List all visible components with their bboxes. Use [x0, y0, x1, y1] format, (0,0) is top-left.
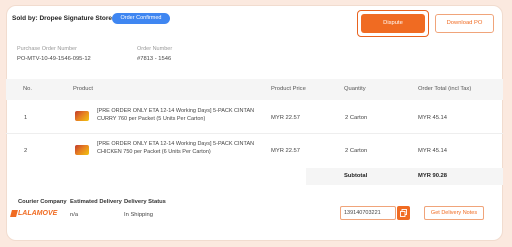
courier-label: Courier Company [18, 199, 67, 205]
get-delivery-notes-button[interactable]: Get Delivery Notes [424, 206, 484, 220]
copy-tracking-button[interactable] [397, 206, 410, 220]
col-quantity: Quantity [344, 86, 366, 92]
col-total: Order Total (incl Tax) [418, 86, 472, 92]
row2-price: MYR 22.57 [271, 148, 300, 154]
download-po-button[interactable]: Download PO [435, 14, 494, 33]
tracking-number-field[interactable] [340, 206, 396, 220]
order-number-label: Order Number [137, 46, 173, 52]
row2-no: 2 [24, 148, 28, 154]
dispute-button[interactable]: Dispute [361, 14, 425, 33]
row1-total: MYR 45.14 [418, 115, 447, 121]
row2-product[interactable]: [PRE ORDER ONLY ETA 12-14 Working Days] … [97, 141, 257, 156]
row2-quantity: 2 Carton [345, 148, 368, 154]
courier-logo: LALAMOVE [18, 210, 58, 217]
po-number-label: Purchase Order Number [17, 46, 77, 52]
col-no: No. [23, 86, 33, 92]
row1-quantity: 2 Carton [345, 115, 368, 121]
row1-no: 1 [24, 115, 28, 121]
row1-price: MYR 22.57 [271, 115, 300, 121]
col-price: Product Price [271, 86, 306, 92]
seller-name: Sold by: Dropee Signature Store [12, 15, 113, 22]
delivery-status-label: Delivery Status [124, 199, 166, 205]
po-number-value: PO-MTV-10-49-1546-095-12 [17, 56, 91, 62]
subtotal-row [306, 168, 503, 185]
eta-value: n/a [70, 212, 79, 218]
product-image [75, 111, 89, 121]
subtotal-label: Subtotal [344, 173, 368, 179]
col-product: Product [73, 86, 93, 92]
row1-product[interactable]: [PRE ORDER ONLY ETA 12-14 Working Days] … [97, 108, 257, 123]
delivery-status-value: In Shipping [124, 212, 154, 218]
copy-icon [400, 209, 407, 217]
product-image [75, 145, 89, 155]
subtotal-value: MYR 90.28 [418, 173, 447, 179]
eta-label: Estimated Delivery [70, 199, 122, 205]
status-badge: Order Confirmed [112, 13, 170, 24]
row2-total: MYR 45.14 [418, 148, 447, 154]
row-divider [6, 133, 503, 134]
order-number-value: #7813 - 1546 [137, 56, 172, 62]
